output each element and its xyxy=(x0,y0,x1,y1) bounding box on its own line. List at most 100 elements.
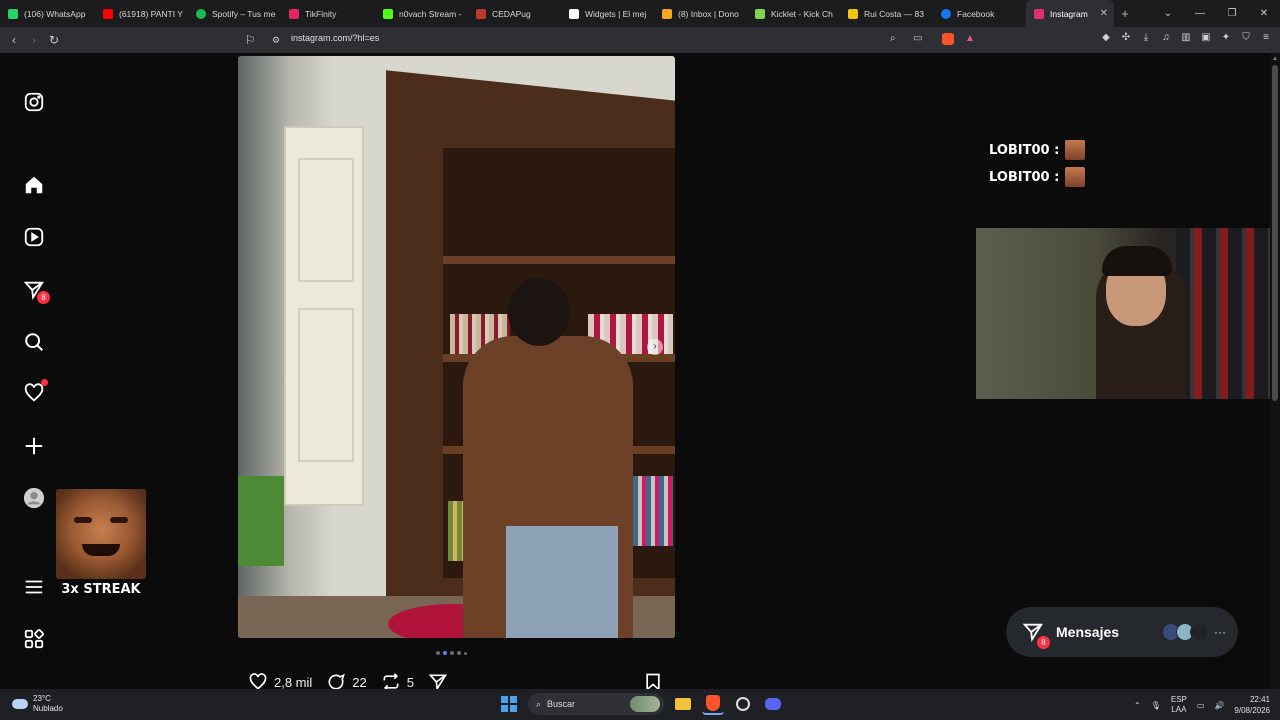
music-icon xyxy=(848,8,858,19)
stream-chat-overlay: LOBIT00 : LOBIT00 : xyxy=(989,140,1086,194)
file-explorer-icon[interactable] xyxy=(672,693,694,715)
extension-icon[interactable]: ◆ xyxy=(1100,32,1112,44)
heart-icon[interactable] xyxy=(22,379,48,405)
cloud-icon xyxy=(12,699,28,709)
tab-label: Instagram xyxy=(1050,8,1088,19)
keyboard-layout: LAA xyxy=(1171,705,1187,714)
search-highlight-image xyxy=(630,696,660,712)
home-icon[interactable] xyxy=(22,173,46,197)
messages-label: Mensajes xyxy=(1056,624,1120,640)
page-scrollbar[interactable]: ▲ xyxy=(1270,53,1280,689)
cast-icon[interactable]: ▭ xyxy=(913,33,922,44)
more-icon[interactable]: ··· xyxy=(1214,625,1226,639)
puzzle-icon[interactable]: ✣ xyxy=(1120,32,1132,44)
back-button[interactable]: ‹ xyxy=(4,33,24,47)
carousel-dot xyxy=(450,651,454,655)
new-tab-button[interactable]: + xyxy=(1114,6,1136,21)
profile-avatar-icon[interactable] xyxy=(22,486,46,510)
network-icon[interactable]: ▭ xyxy=(1197,701,1205,710)
apps-grid-icon[interactable] xyxy=(22,627,46,651)
discord-icon[interactable] xyxy=(762,693,784,715)
instagram-icon xyxy=(1034,8,1044,19)
create-plus-icon[interactable] xyxy=(22,434,46,458)
browser-tab-bar: (106) WhatsApp (61918) PANTI Y Spotify –… xyxy=(0,0,1280,27)
menu-icon[interactable]: ≡ xyxy=(1260,32,1272,44)
close-window-button[interactable]: ✕ xyxy=(1248,8,1280,19)
brave-browser-icon[interactable] xyxy=(702,693,724,715)
tab-instagram[interactable]: Instagram ✕ xyxy=(1026,0,1114,27)
restore-button[interactable]: ❐ xyxy=(1216,8,1248,19)
hamburger-menu-icon[interactable] xyxy=(22,575,46,599)
tab-kicklet[interactable]: Kicklet - Kick Ch xyxy=(747,0,840,27)
microphone-icon[interactable]: 🎙 xyxy=(1151,701,1161,710)
url-field[interactable]: instagram.com/?hl=es xyxy=(291,33,379,43)
instagram-logo-icon[interactable] xyxy=(22,90,46,114)
messages-badge: 8 xyxy=(1037,636,1050,649)
tab-spotify[interactable]: Spotify – Tus me xyxy=(188,0,281,27)
forward-button[interactable]: › xyxy=(24,33,44,47)
tikfinity-icon xyxy=(289,8,299,19)
messages-popup-button[interactable]: 8 Mensajes ··· xyxy=(1006,607,1238,657)
tab-whatsapp[interactable]: (106) WhatsApp xyxy=(0,0,95,27)
emote-image xyxy=(56,489,146,579)
comment-count: 22 xyxy=(352,674,367,690)
post-image[interactable]: › xyxy=(238,56,675,638)
clock-date: 9/08/2026 xyxy=(1234,706,1270,715)
clock[interactable]: 22:41 9/08/2026 xyxy=(1234,694,1270,716)
carousel-dot xyxy=(457,651,461,655)
direct-message-icon: 8 xyxy=(1022,621,1050,649)
site-info-icon[interactable]: ⚙ xyxy=(266,35,286,46)
scroll-up-icon[interactable]: ▲ xyxy=(1272,56,1278,62)
tab-rui-costa[interactable]: Rui Costa — 83 xyxy=(840,0,933,27)
settings-app-icon[interactable] xyxy=(732,693,754,715)
leo-ai-icon[interactable]: ✦ xyxy=(1220,32,1232,44)
wallet-icon[interactable]: ▣ xyxy=(1200,32,1212,44)
tab-widgets[interactable]: Widgets | El mej xyxy=(561,0,654,27)
widgets-icon xyxy=(569,8,579,19)
sidebar-toggle-icon[interactable]: ▥ xyxy=(1180,32,1192,44)
reels-icon[interactable] xyxy=(22,225,46,249)
brave-shields-icon[interactable] xyxy=(942,33,954,45)
tab-label: Kicklet - Kick Ch xyxy=(771,8,833,19)
tab-tikfinity[interactable]: TikFinity xyxy=(281,0,375,27)
music-icon[interactable]: ♫ xyxy=(1160,32,1172,44)
brave-rewards-icon[interactable]: ▲ xyxy=(965,33,975,44)
tab-label: (61918) PANTI Y xyxy=(119,8,183,19)
window-controls: ⌄ — ❐ ✕ xyxy=(1152,0,1280,27)
volume-icon[interactable]: 🔊 xyxy=(1214,701,1224,710)
tray-overflow-icon[interactable]: ⌃ xyxy=(1134,701,1141,710)
tab-cedapug[interactable]: CEDAPug xyxy=(468,0,561,27)
cedapug-icon xyxy=(476,8,486,19)
close-tab-icon[interactable]: ✕ xyxy=(1094,8,1108,19)
minimize-button[interactable]: — xyxy=(1184,8,1216,19)
tab-label: n0vach Stream - xyxy=(399,8,462,19)
tab-inbox[interactable]: (8) Inbox | Dono xyxy=(654,0,747,27)
search-icon[interactable] xyxy=(22,330,46,354)
facebook-icon xyxy=(941,8,951,19)
tab-youtube[interactable]: (61918) PANTI Y xyxy=(95,0,188,27)
vpn-icon[interactable]: ⛉ xyxy=(1240,32,1252,44)
zoom-icon[interactable]: ⌕ xyxy=(890,33,896,44)
tab-facebook[interactable]: Facebook xyxy=(933,0,1026,27)
tab-list-icon[interactable]: ⌄ xyxy=(1152,8,1184,19)
scrollbar-thumb[interactable] xyxy=(1272,65,1278,401)
reload-button[interactable]: ↻ xyxy=(44,33,64,47)
weather-widget[interactable]: 23°C Nublado xyxy=(12,694,63,714)
system-tray: ⌃ 🎙 ESP LAA ▭ 🔊 22:41 9/08/2026 xyxy=(1134,694,1270,716)
emote-icon xyxy=(1065,140,1086,160)
bookmark-icon[interactable]: ⚐ xyxy=(240,33,260,47)
taskbar-search[interactable]: ⌕ Buscar xyxy=(528,693,664,715)
streak-label: 3x STREAK xyxy=(61,582,141,597)
download-icon[interactable]: ⤓ xyxy=(1140,32,1152,44)
language-code: ESP xyxy=(1170,695,1187,704)
chat-username: LOBIT00 : xyxy=(989,142,1060,158)
weather-temp: 23°C xyxy=(33,694,51,703)
messages-icon[interactable]: 8 xyxy=(22,278,50,304)
notification-dot xyxy=(41,379,48,386)
tab-label: Spotify – Tus me xyxy=(212,8,276,19)
tab-kick-stream[interactable]: n0vach Stream - xyxy=(375,0,468,27)
language-indicator[interactable]: ESP LAA xyxy=(1171,695,1187,715)
start-button[interactable] xyxy=(498,693,520,715)
carousel-next-button[interactable]: › xyxy=(647,339,663,355)
chat-username: LOBIT00 : xyxy=(989,169,1060,185)
